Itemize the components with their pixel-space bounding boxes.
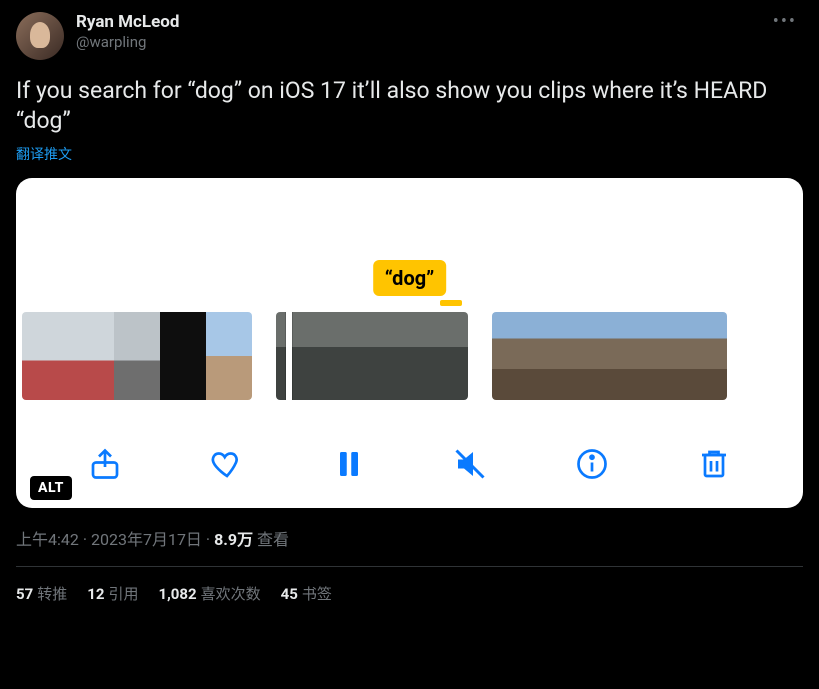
video-timeline[interactable] xyxy=(16,312,803,400)
stats-row: 57转推 12引用 1,082喜欢次数 45书签 xyxy=(16,567,803,604)
thumbnail-frame xyxy=(680,312,727,400)
display-name: Ryan McLeod xyxy=(76,12,767,32)
tweet: Ryan McLeod @warpling ••• If you search … xyxy=(0,0,819,604)
share-icon xyxy=(87,446,123,482)
search-term-label: “dog” xyxy=(373,260,447,296)
views-label: 查看 xyxy=(253,530,289,549)
retweets-stat[interactable]: 57转推 xyxy=(16,583,67,604)
mute-icon xyxy=(452,446,488,482)
info-button[interactable] xyxy=(572,444,612,484)
author-block[interactable]: Ryan McLeod @warpling xyxy=(76,12,767,52)
bookmarks-stat[interactable]: 45书签 xyxy=(281,583,332,604)
tweet-header: Ryan McLeod @warpling ••• xyxy=(16,12,803,60)
clip-group-active[interactable] xyxy=(276,312,468,400)
thumbnail-frame xyxy=(114,312,160,400)
thumbnail-frame xyxy=(206,312,252,400)
alt-badge[interactable]: ALT xyxy=(30,476,72,500)
trash-icon xyxy=(696,446,732,482)
mute-button[interactable] xyxy=(450,444,490,484)
clip-group[interactable] xyxy=(22,312,252,400)
thumbnail-frame xyxy=(492,312,539,400)
media-toolbar xyxy=(16,444,803,484)
likes-stat[interactable]: 1,082喜欢次数 xyxy=(158,583,260,604)
avatar[interactable] xyxy=(16,12,64,60)
info-icon xyxy=(574,446,610,482)
thumbnail-frame xyxy=(324,312,372,400)
thumbnail-frame xyxy=(420,312,468,400)
thumbnail-frame xyxy=(160,312,206,400)
pause-button[interactable] xyxy=(329,444,369,484)
quotes-stat[interactable]: 12引用 xyxy=(87,583,138,604)
more-options-button[interactable]: ••• xyxy=(767,12,803,32)
thumbnail-frame xyxy=(68,312,114,400)
favorite-button[interactable] xyxy=(207,444,247,484)
time: 上午4:42 xyxy=(16,530,79,549)
thumbnail-frame xyxy=(539,312,586,400)
share-button[interactable] xyxy=(85,444,125,484)
marker-tick xyxy=(440,300,462,306)
handle: @warpling xyxy=(76,32,767,52)
thumbnail-frame xyxy=(22,312,68,400)
thumbnail-frame xyxy=(586,312,633,400)
thumbnail-frame xyxy=(276,312,324,400)
tweet-meta[interactable]: 上午4:42 · 2023年7月17日 · 8.9万 查看 xyxy=(16,526,803,550)
tweet-text: If you search for “dog” on iOS 17 it’ll … xyxy=(16,76,803,136)
thumbnail-frame xyxy=(372,312,420,400)
delete-button[interactable] xyxy=(694,444,734,484)
heart-icon xyxy=(209,446,245,482)
playhead[interactable] xyxy=(286,312,292,400)
translate-link[interactable]: 翻译推文 xyxy=(16,144,803,164)
views-count: 8.9万 xyxy=(214,530,253,549)
clip-group[interactable] xyxy=(492,312,727,400)
media-card[interactable]: “dog” xyxy=(16,178,803,508)
pause-icon xyxy=(331,446,367,482)
date: 2023年7月17日 xyxy=(91,530,202,549)
thumbnail-frame xyxy=(633,312,680,400)
